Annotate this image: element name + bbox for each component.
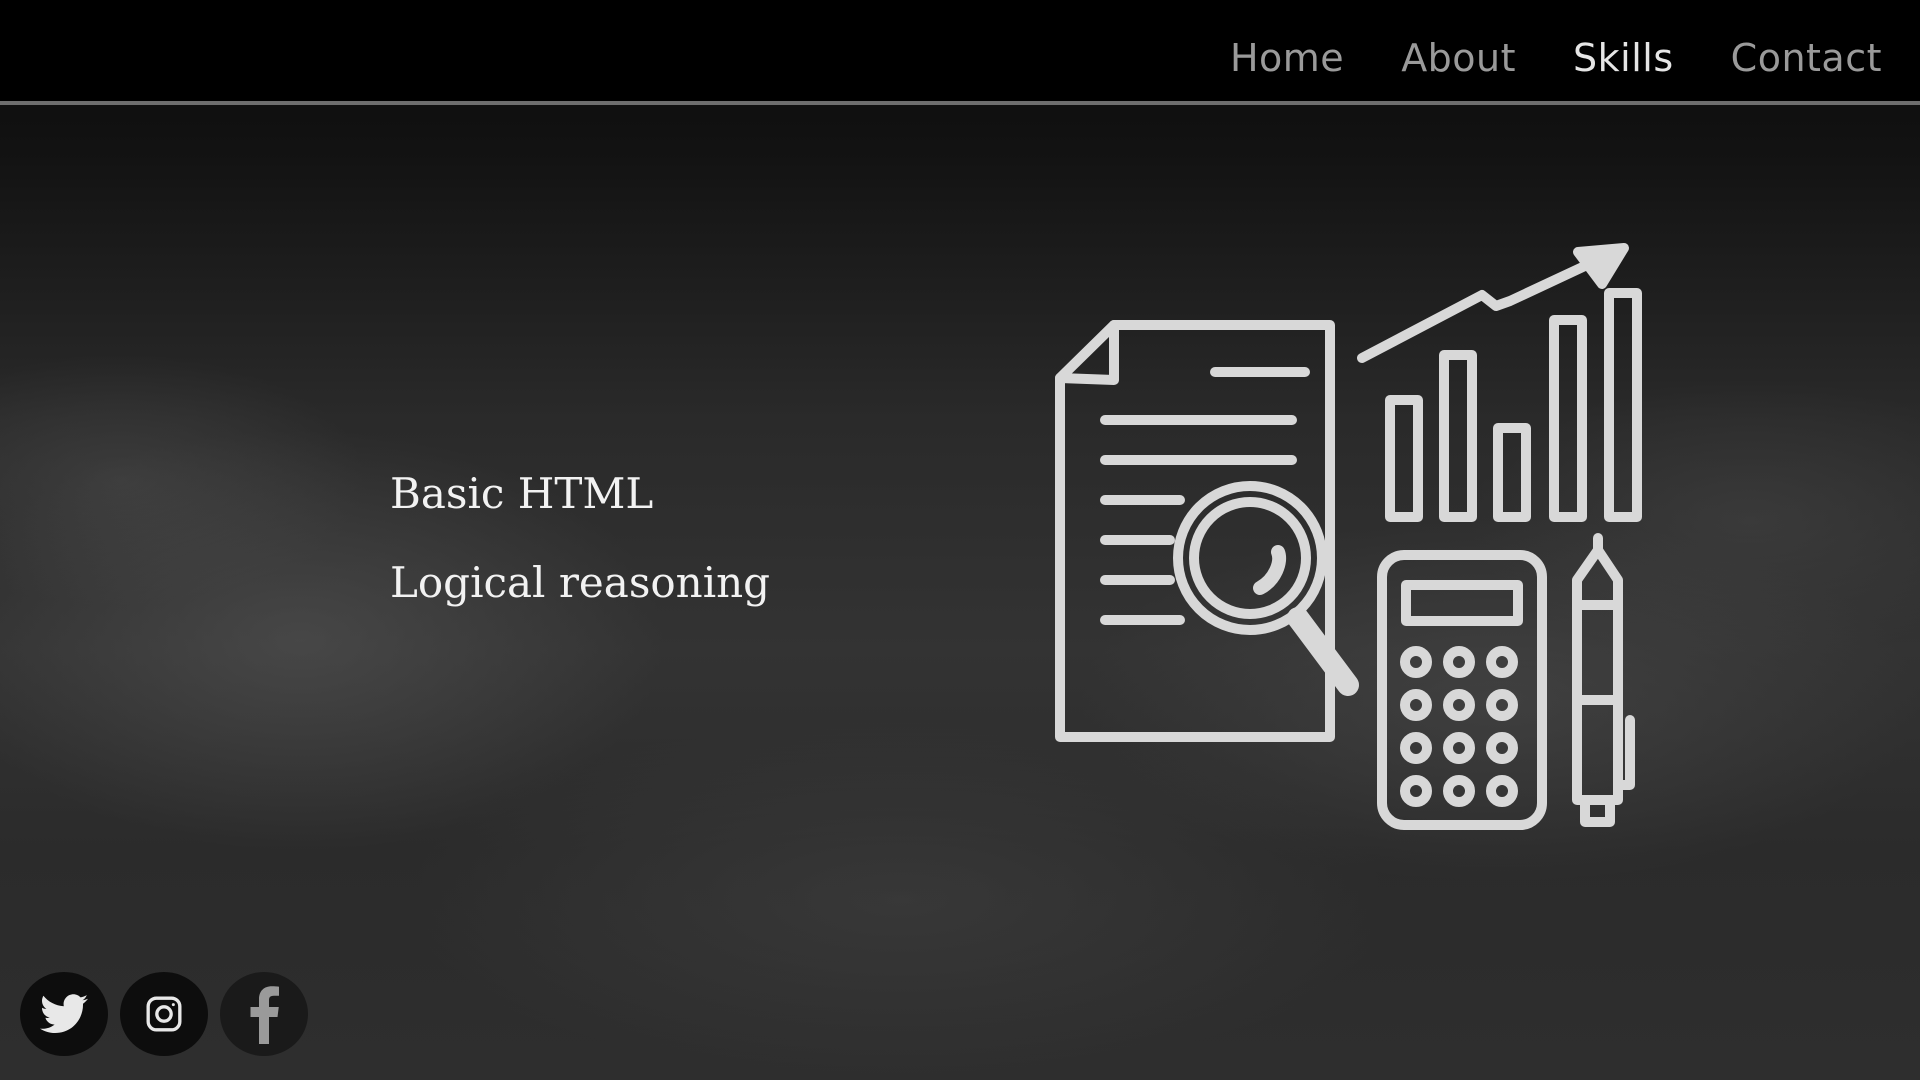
twitter-button[interactable]: [20, 972, 108, 1056]
magnifier-icon: [1173, 481, 1359, 696]
facebook-button[interactable]: [220, 972, 308, 1056]
twitter-icon: [40, 994, 88, 1033]
bar-chart-icon: [1357, 243, 1642, 522]
nav-link-skills[interactable]: Skills: [1573, 32, 1674, 84]
skills-list: Basic HTML Logical reasoning: [390, 462, 770, 640]
facebook-icon: [250, 986, 279, 1044]
skill-item: Logical reasoning: [390, 558, 771, 607]
calculator-icon: [1377, 550, 1547, 830]
document-icon: [1055, 320, 1335, 742]
nav-link-about[interactable]: About: [1401, 32, 1516, 84]
pen-icon: [1572, 533, 1635, 827]
nav-menu: Home About Skills Contact: [1230, 32, 1882, 84]
skill-item: Basic HTML: [390, 469, 654, 518]
data-analysis-icon: [1050, 240, 1660, 840]
navbar: Home About Skills Contact: [0, 0, 1920, 105]
nav-link-home[interactable]: Home: [1230, 32, 1344, 84]
social-links: [20, 972, 308, 1056]
instagram-button[interactable]: [120, 972, 208, 1056]
nav-link-contact[interactable]: Contact: [1731, 32, 1882, 84]
instagram-icon: [146, 996, 182, 1032]
